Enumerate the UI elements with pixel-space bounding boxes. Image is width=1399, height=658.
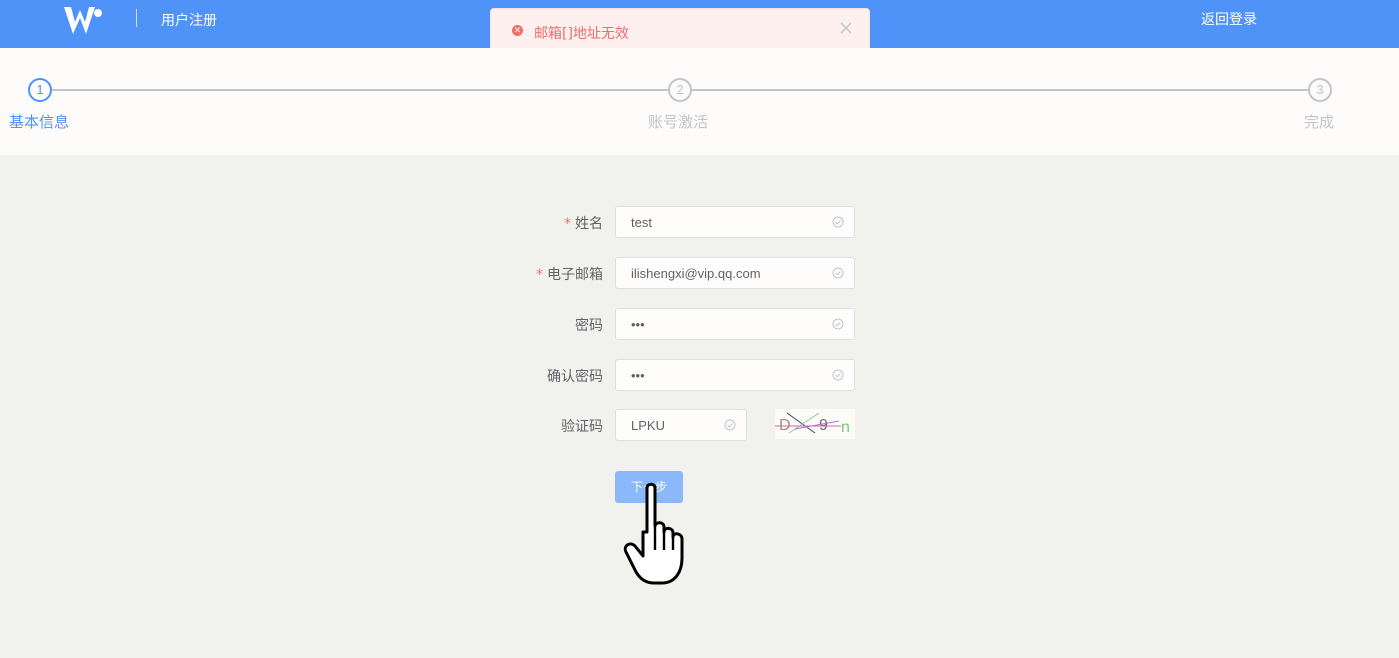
email-field[interactable] <box>615 257 855 289</box>
svg-text:n: n <box>841 419 850 436</box>
form-row-confirm-password: 确认密码 <box>0 359 1399 391</box>
name-label: * 姓名 <box>564 216 603 232</box>
error-toast: ✕ 邮箱[]地址无效 <box>490 8 870 52</box>
back-to-login-link[interactable]: 返回登录 <box>1201 9 1257 29</box>
step-label: 基本信息 <box>9 113 70 131</box>
check-circle-icon <box>832 267 844 279</box>
toast-message: 邮箱[]地址无效 <box>534 26 629 42</box>
form-row-password: 密码 <box>0 308 1399 340</box>
header-divider <box>136 9 137 27</box>
check-circle-icon <box>832 216 844 228</box>
step-number: 2 <box>668 78 692 102</box>
captcha-field[interactable] <box>615 409 747 441</box>
step-connector <box>692 89 1308 91</box>
check-circle-icon <box>832 318 844 330</box>
close-icon[interactable] <box>839 21 853 35</box>
error-circle-icon: ✕ <box>512 25 523 36</box>
email-label: * 电子邮箱 <box>536 267 603 283</box>
captcha-label: 验证码 <box>561 419 603 435</box>
next-step-button[interactable]: 下一步 <box>615 471 683 503</box>
password-input[interactable] <box>616 309 854 339</box>
logo-w-icon[interactable] <box>62 4 106 36</box>
check-circle-icon <box>724 419 736 431</box>
progress-steps: 1 基本信息 2 账号激活 3 完成 <box>0 48 1399 155</box>
check-circle-icon <box>832 369 844 381</box>
form-row-email: * 电子邮箱 <box>0 257 1399 289</box>
confirm-password-input[interactable] <box>616 360 854 390</box>
step-label: 完成 <box>1304 113 1335 131</box>
step-label: 账号激活 <box>648 113 709 131</box>
password-field[interactable] <box>615 308 855 340</box>
step-number: 1 <box>28 78 52 102</box>
email-input[interactable] <box>616 258 854 288</box>
step-number: 3 <box>1308 78 1332 102</box>
confirm-password-label: 确认密码 <box>547 369 603 385</box>
name-field[interactable] <box>615 206 855 238</box>
captcha-image[interactable]: D 9 n <box>775 409 855 439</box>
page-title: 用户注册 <box>161 13 217 29</box>
step-connector <box>52 89 668 91</box>
password-label: 密码 <box>575 318 603 334</box>
form-row-captcha: 验证码 D 9 n <box>0 409 1399 441</box>
form-row-name: * 姓名 <box>0 206 1399 238</box>
confirm-password-field[interactable] <box>615 359 855 391</box>
name-input[interactable] <box>616 207 854 237</box>
